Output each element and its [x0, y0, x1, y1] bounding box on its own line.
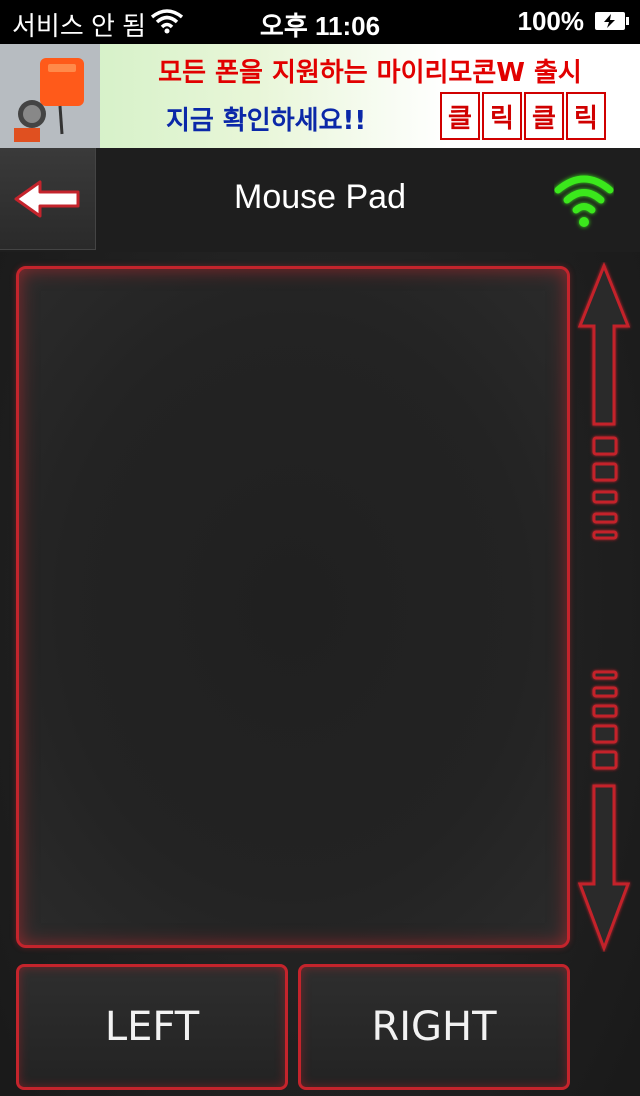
- header-bar: Mouse Pad: [0, 148, 640, 252]
- wifi-connected-icon: [554, 175, 614, 227]
- scroll-bar[interactable]: [576, 262, 634, 952]
- left-click-button[interactable]: LEFT: [16, 964, 288, 1090]
- ad-subline: 지금 확인하세요!!: [166, 106, 367, 136]
- scroll-down-arrow-icon: [577, 784, 631, 952]
- page-title: Mouse Pad: [234, 178, 406, 216]
- ad-click-char: 릭: [482, 92, 522, 140]
- ad-product-image: [0, 44, 100, 148]
- ad-click-char: 클: [440, 92, 480, 140]
- ad-banner[interactable]: 모든 폰을 지원하는 마이리모콘W 출시 지금 확인하세요!! 클 릭 클 릭: [0, 44, 640, 148]
- touch-pad-area[interactable]: [16, 266, 570, 948]
- status-bar: 서비스 안 됨 오후 11:06 100%: [0, 0, 640, 44]
- battery-charging-icon: [595, 12, 629, 30]
- battery-percent: 100%: [517, 6, 585, 36]
- ad-click-label: 클 릭 클 릭: [440, 92, 606, 140]
- ad-click-char: 클: [524, 92, 564, 140]
- ad-click-char: 릭: [566, 92, 606, 140]
- ad-headline: 모든 폰을 지원하는 마이리모콘W 출시: [158, 58, 582, 88]
- mouse-pad-screen: 서비스 안 됨 오후 11:06 100% 모든 폰을 지원하는 마이리모콘W …: [0, 0, 640, 1096]
- right-click-button[interactable]: RIGHT: [298, 964, 570, 1090]
- scroll-up-arrow-icon: [577, 262, 631, 426]
